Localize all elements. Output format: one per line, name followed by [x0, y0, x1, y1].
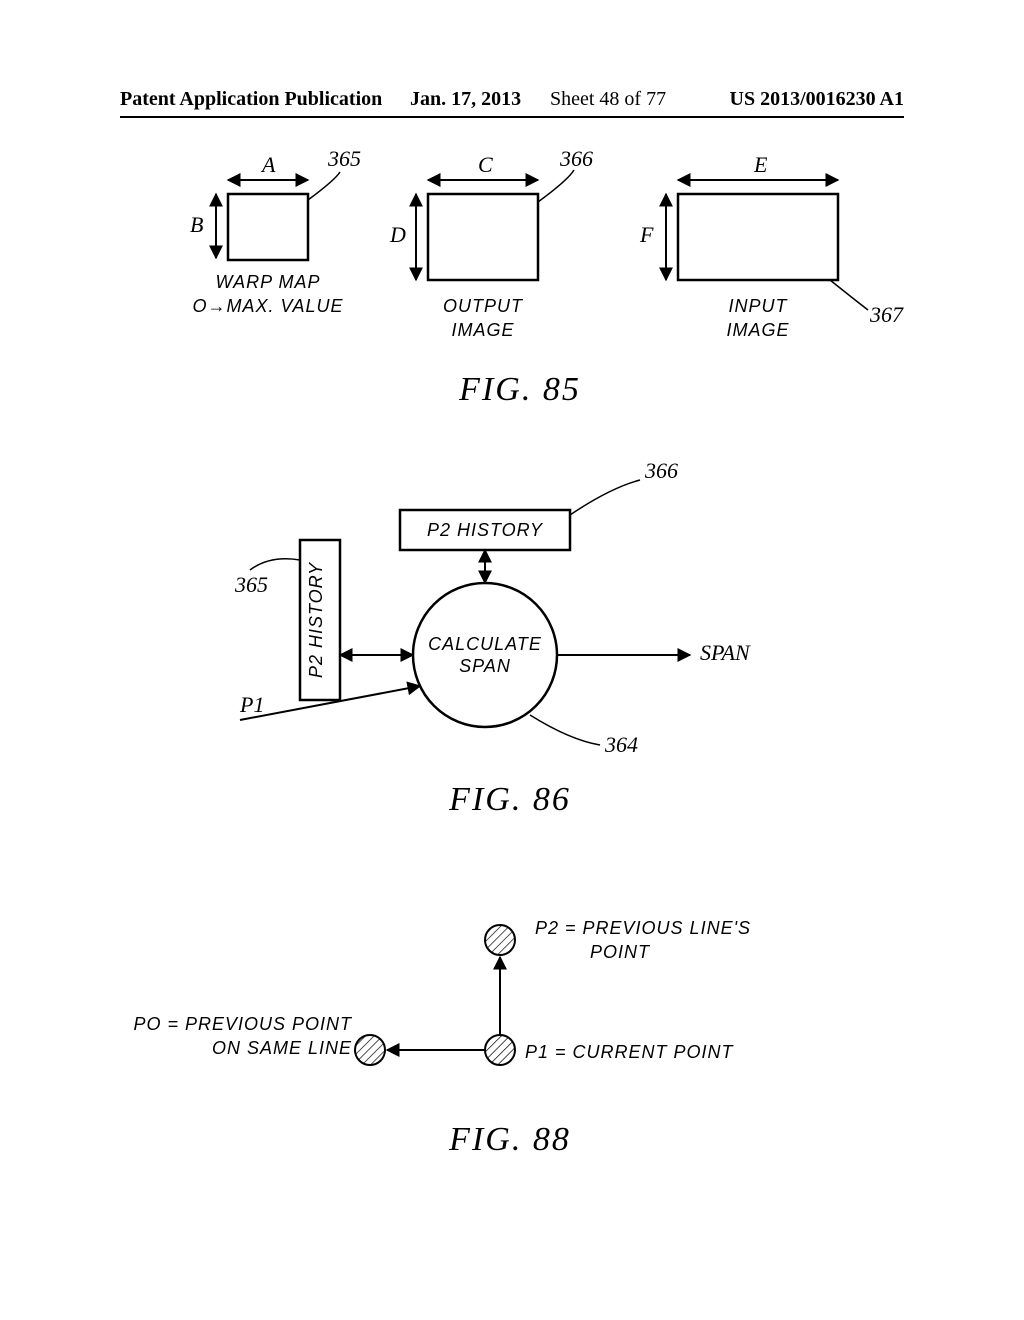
label-a: A: [260, 152, 276, 177]
ref-366b: 366: [644, 458, 678, 483]
header-left: Patent Application Publication: [120, 88, 382, 111]
ref-367: 367: [869, 302, 904, 327]
warp-caption1: WARP MAP: [215, 272, 320, 292]
page: Patent Application Publication Jan. 17, …: [0, 0, 1024, 1320]
ref-366: 366: [559, 146, 593, 171]
span-label: SPAN: [700, 640, 751, 665]
label-e: E: [753, 152, 768, 177]
p0-label-l1: PO = PREVIOUS POINT: [133, 1014, 353, 1034]
p0-label-l2: ON SAME LINE: [212, 1038, 352, 1058]
fig88-label: FIG. 88: [448, 1121, 571, 1158]
p1-label-text: P1 = CURRENT POINT: [525, 1042, 735, 1062]
output-image-block: C D 366 OUTPUT IMAGE: [389, 146, 593, 340]
calc-span-l2: SPAN: [459, 656, 511, 676]
header-date: Jan. 17, 2013: [410, 88, 521, 111]
warp-caption2: O→MAX. VALUE: [192, 296, 343, 316]
fig-88: P2 = PREVIOUS LINE'S POINT PO = PREVIOUS…: [180, 890, 860, 1200]
p0-node: [355, 1035, 385, 1065]
fig86-label: FIG. 86: [448, 781, 571, 818]
header-pubno: US 2013/0016230 A1: [730, 88, 904, 111]
p1-label: P1: [239, 692, 264, 717]
header-sheet: Sheet 48 of 77: [550, 88, 666, 111]
p2-history-top-text: P2 HISTORY: [427, 520, 544, 540]
label-c: C: [478, 152, 493, 177]
label-f: F: [639, 222, 654, 247]
p2-node: [485, 925, 515, 955]
input-caption-l2: IMAGE: [726, 320, 789, 340]
output-caption-l1: OUTPUT: [443, 296, 524, 316]
input-caption-l1: INPUT: [729, 296, 789, 316]
p2-label-l1: P2 = PREVIOUS LINE'S: [535, 918, 751, 938]
header-rule: [120, 116, 904, 118]
p2-history-side-text: P2 HISTORY: [306, 561, 326, 678]
fig-86: P2 HISTORY 366 P2 HISTORY 365 CALCULATE …: [200, 460, 840, 820]
fig-85: A B 365 WARP MAP O→MAX. VALUE C D: [150, 150, 910, 420]
label-b: B: [190, 212, 203, 237]
fig85-label: FIG. 85: [458, 371, 581, 408]
p2-label-l2: POINT: [590, 942, 651, 962]
p1-node: [485, 1035, 515, 1065]
ref-365: 365: [327, 146, 361, 171]
ref-365b: 365: [234, 572, 268, 597]
ref-364: 364: [604, 732, 638, 757]
input-image-block: E F 367 INPUT IMAGE: [639, 152, 904, 340]
calc-span-l1: CALCULATE: [428, 634, 542, 654]
calculate-span-circle: [413, 583, 557, 727]
output-caption-l2: IMAGE: [451, 320, 514, 340]
label-d: D: [389, 222, 406, 247]
warp-map-block: A B 365 WARP MAP O→MAX. VALUE: [190, 146, 361, 316]
